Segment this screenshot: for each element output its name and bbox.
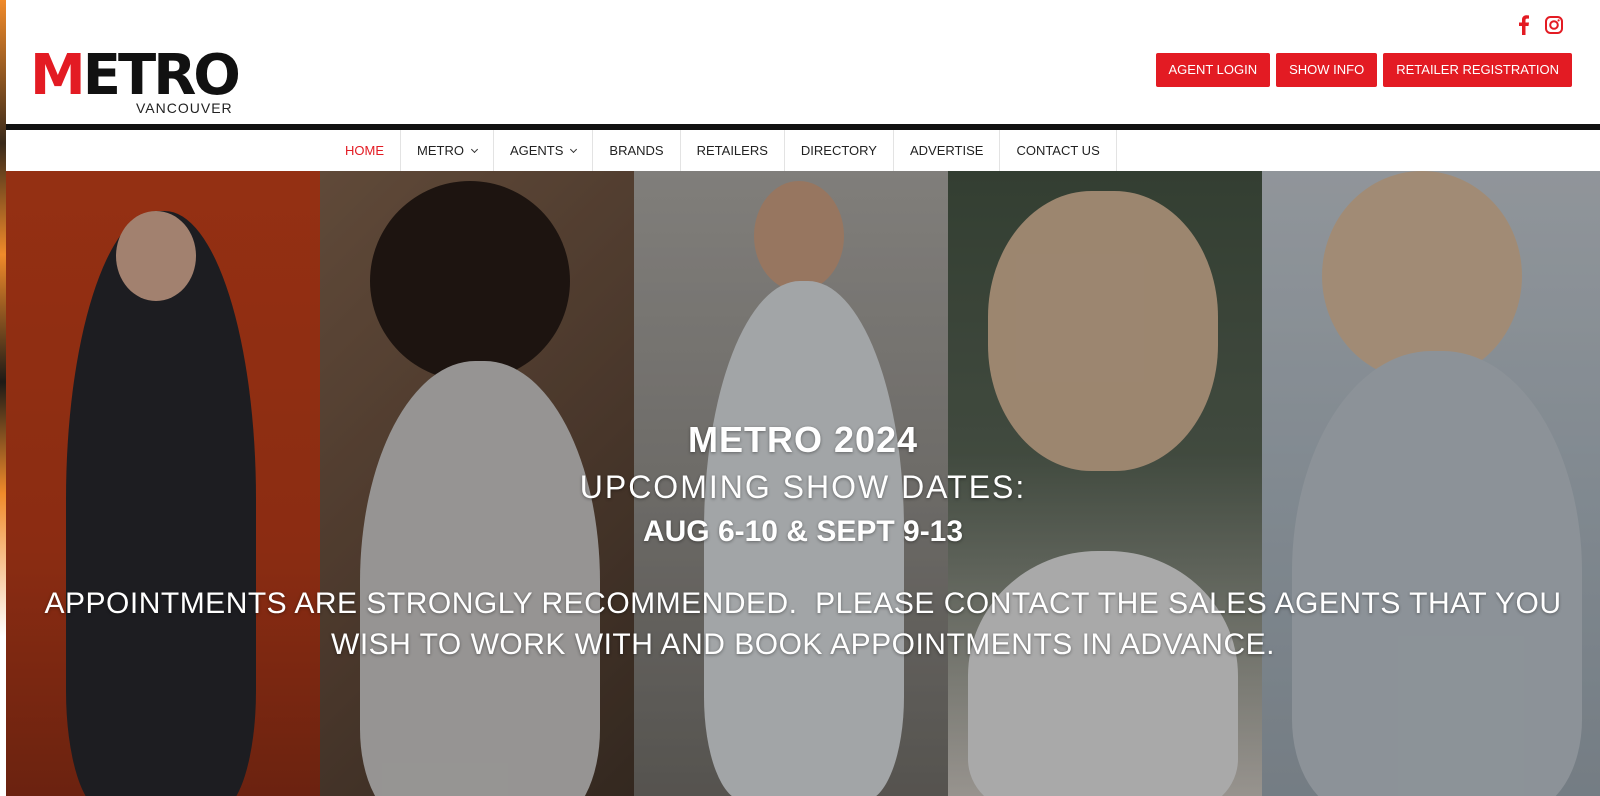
hero-show-dates: AUG 6-10 & SEPT 9-13 — [642, 515, 964, 548]
hero-subtitle: UPCOMING SHOW DATES: — [579, 469, 1027, 505]
facebook-icon[interactable] — [1514, 14, 1534, 36]
logo-wordmark: METRO — [30, 43, 241, 108]
logo-subtitle: VANCOUVER — [136, 100, 233, 116]
nav-item-contact-us[interactable]: CONTACT US — [1000, 130, 1117, 171]
nav-item-home[interactable]: HOME — [329, 130, 401, 171]
nav-item-retailers[interactable]: RETAILERS — [681, 130, 785, 171]
nav-list: HOME METRO AGENTS BRANDS RETAILERS DIREC… — [329, 130, 1117, 171]
header-actions: AGENT LOGIN SHOW INFO RETAILER REGISTRAT… — [1155, 53, 1572, 87]
notice-line-1: APPOINTMENTS ARE STRONGLY RECOMMENDED. P… — [44, 587, 1562, 620]
retailer-registration-button[interactable]: RETAILER REGISTRATION — [1383, 53, 1572, 87]
main-navigation: HOME METRO AGENTS BRANDS RETAILERS DIREC… — [6, 130, 1600, 171]
agent-login-button[interactable]: AGENT LOGIN — [1155, 53, 1271, 87]
show-info-button[interactable]: SHOW INFO — [1276, 53, 1378, 87]
notice-line-2: WISH TO WORK WITH AND BOOK APPOINTMENTS … — [331, 628, 1275, 661]
chevron-down-icon — [570, 145, 578, 154]
nav-item-advertise[interactable]: ADVERTISE — [894, 130, 1001, 171]
nav-item-brands[interactable]: BRANDS — [593, 130, 681, 171]
chevron-down-icon — [470, 145, 478, 154]
metro-vancouver-logo[interactable]: METRO VANCOUVER — [30, 46, 260, 122]
nav-item-directory[interactable]: DIRECTORY — [785, 130, 894, 171]
hero-banner: METRO 2024 UPCOMING SHOW DATES: AUG 6-10… — [6, 171, 1600, 796]
hero-title: METRO 2024 — [687, 419, 919, 460]
social-links — [1514, 14, 1564, 36]
instagram-icon[interactable] — [1544, 14, 1564, 36]
site-header: METRO VANCOUVER AGENT LOGIN SHOW INFO RE… — [6, 0, 1600, 124]
nav-item-metro[interactable]: METRO — [401, 130, 494, 171]
hero-appointment-notice: APPOINTMENTS ARE STRONGLY RECOMMENDED. P… — [6, 583, 1600, 665]
nav-item-agents[interactable]: AGENTS — [494, 130, 594, 171]
